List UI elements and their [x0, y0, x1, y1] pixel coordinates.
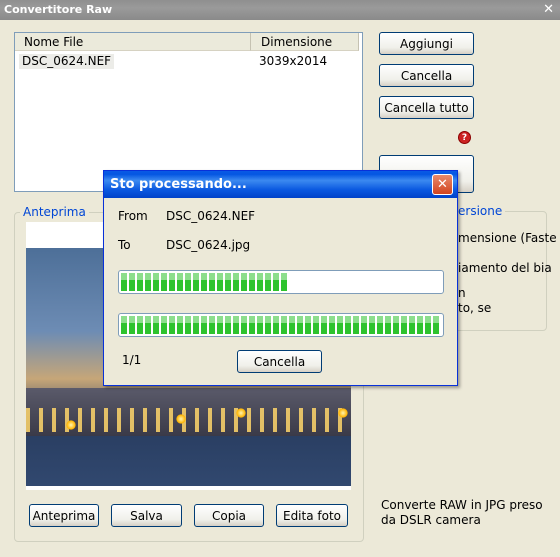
progress-dialog: Sto processando... ✕ From DSC_0624.NEF T… — [103, 170, 458, 386]
edit-photo-button[interactable]: Edita foto — [276, 504, 348, 527]
window-titlebar: Convertitore Raw ✕ — [0, 0, 560, 20]
file-progress-fill — [121, 273, 287, 291]
file-name: DSC_0624.NEF — [19, 54, 115, 69]
help-icon[interactable]: ? — [458, 131, 471, 144]
to-value: DSC_0624.jpg — [166, 238, 251, 252]
option-white-balance[interactable]: iamento del bia — [458, 261, 558, 275]
progress-count: 1/1 — [122, 353, 142, 367]
options-group-title: ersione — [455, 204, 506, 218]
list-item[interactable]: DSC_0624.NEF 3039x2014 — [15, 54, 362, 69]
file-list[interactable]: Nome File Dimensione DSC_0624.NEF 3039x2… — [14, 32, 363, 192]
file-size: 3039x2014 — [259, 54, 328, 68]
window-title: Convertitore Raw — [4, 3, 113, 16]
close-icon[interactable]: ✕ — [543, 0, 554, 20]
save-button[interactable]: Salva — [111, 504, 182, 527]
app-description: Converte RAW in JPG preso da DSLR camera — [381, 498, 543, 527]
to-label: To — [118, 238, 131, 252]
from-value: DSC_0624.NEF — [166, 209, 256, 223]
option-dimension[interactable]: mensione (Faste — [458, 231, 558, 245]
dialog-close-icon[interactable]: ✕ — [432, 174, 453, 195]
dialog-cancel-button[interactable]: Cancella — [237, 350, 322, 373]
total-progress-bar — [118, 313, 444, 337]
preview-button[interactable]: Anteprima — [29, 504, 99, 527]
copy-button[interactable]: Copia — [194, 504, 264, 527]
dialog-titlebar: Sto processando... — [104, 171, 457, 198]
file-progress-bar — [118, 270, 444, 294]
dialog-title: Sto processando... — [110, 177, 247, 192]
preview-group-title: Anteprima — [20, 205, 89, 219]
delete-button[interactable]: Cancella — [379, 64, 474, 87]
option-text-3: n — [458, 286, 466, 300]
from-label: From — [118, 209, 148, 223]
column-header-name[interactable]: Nome File — [15, 33, 251, 51]
delete-all-button[interactable]: Cancella tutto — [379, 96, 474, 119]
add-button[interactable]: Aggiungi — [379, 32, 474, 55]
total-progress-fill — [121, 316, 441, 334]
column-header-size[interactable]: Dimensione — [251, 33, 359, 51]
option-text-4: to, se — [458, 301, 492, 315]
